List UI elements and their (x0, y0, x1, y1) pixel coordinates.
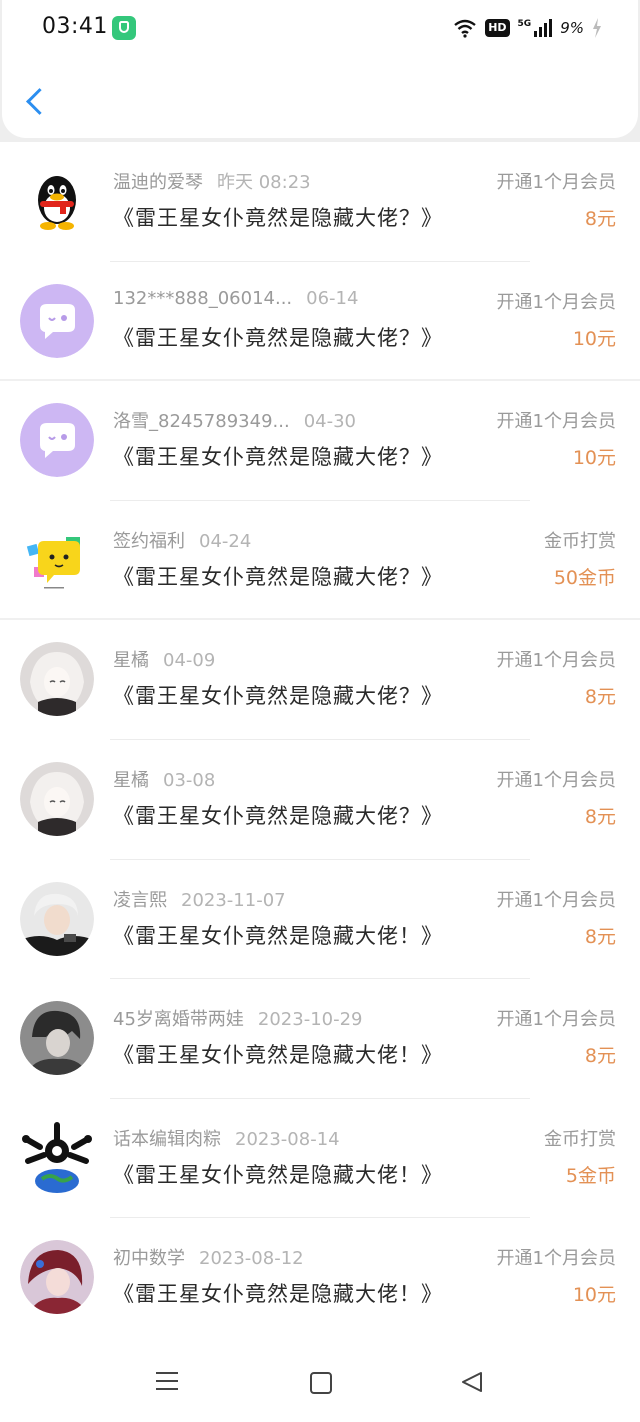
record-list: 温迪的爱琴 昨天 08:23 《雷王星女仆竟然是隐藏大佬？》 开通1个月会员 8元… (0, 142, 640, 1338)
user-name: 星橘 (113, 769, 149, 791)
system-nav-bar (0, 1348, 640, 1422)
list-item[interactable]: 话本编辑肉粽 2023-08-14 《雷王星女仆竟然是隐藏大佬！》 金币打赏 5金… (0, 1099, 640, 1219)
record-date: 昨天 08:23 (217, 172, 311, 193)
record-type: 开通1个月会员 (496, 291, 616, 313)
record-meta: 凌言熙 2023-11-07 (113, 886, 286, 912)
hd-badge: HD (485, 19, 510, 37)
user-name: 45岁离婚带两娃 (113, 1009, 244, 1031)
user-name: 初中数学 (113, 1248, 185, 1270)
record-meta: 温迪的爱琴 昨天 08:23 (113, 168, 311, 194)
record-amount: 8元 (584, 1045, 616, 1068)
record-type: 开通1个月会员 (496, 769, 616, 791)
status-time: 03:41 (42, 14, 108, 39)
record-amount: 8元 (584, 805, 616, 828)
list-item[interactable]: 洛雪_8245789349... 04-30 《雷王星女仆竟然是隐藏大佬？》 开通… (0, 381, 640, 501)
book-title: 《雷王星女仆竟然是隐藏大佬！》 (113, 1162, 443, 1187)
record-amount: 50金币 (553, 566, 616, 589)
record-type: 开通1个月会员 (496, 1009, 616, 1031)
anime-girl-avatar (20, 642, 94, 717)
record-meta: 星橘 03-08 (113, 766, 215, 792)
signal-icon: 5G (518, 19, 553, 37)
book-title: 《雷王星女仆竟然是隐藏大佬？》 (113, 325, 443, 350)
record-type: 开通1个月会员 (496, 411, 616, 433)
book-title: 《雷王星女仆竟然是隐藏大佬？》 (113, 445, 443, 470)
list-item[interactable]: 132***888_06014... 06-14 《雷王星女仆竟然是隐藏大佬？》 … (0, 262, 640, 382)
book-title: 《雷王星女仆竟然是隐藏大佬！》 (113, 923, 443, 948)
record-type: 开通1个月会员 (496, 650, 616, 672)
back-chevron-icon[interactable] (26, 88, 53, 115)
record-type: 开通1个月会员 (496, 889, 616, 911)
record-meta: 洛雪_8245789349... 04-30 (113, 407, 356, 433)
record-date: 06-14 (306, 287, 359, 309)
network-type: 5G (517, 19, 532, 29)
book-title: 《雷王星女仆竟然是隐藏大佬？》 (113, 684, 443, 709)
anime-boy-avatar (20, 1001, 94, 1076)
top-area: 03:41 HD 5G 9% (0, 0, 640, 142)
list-item[interactable]: 45岁离婚带两娃 2023-10-29 《雷王星女仆竟然是隐藏大佬！》 开通1个月… (0, 979, 640, 1099)
anime-girl-red-avatar (20, 1240, 94, 1315)
record-meta: 话本编辑肉粽 2023-08-14 (113, 1125, 340, 1151)
book-title: 《雷王星女仆竟然是隐藏大佬？》 (113, 564, 443, 589)
record-amount: 8元 (584, 208, 616, 230)
record-meta: 132***888_06014... 06-14 (113, 288, 358, 309)
record-amount: 8元 (584, 925, 616, 948)
record-meta: 签约福利 04-24 (113, 527, 251, 553)
record-amount: 5金币 (565, 1164, 616, 1187)
photo-avatar (20, 881, 94, 956)
default-chat-avatar (20, 283, 94, 358)
back-triangle-icon[interactable] (460, 1370, 484, 1394)
wifi-icon (454, 19, 476, 38)
yellow-chat-avatar (20, 522, 94, 597)
user-name: 凌言熙 (113, 889, 167, 911)
user-name: 洛雪_8245789349... (113, 411, 290, 433)
record-amount: 10元 (572, 447, 616, 470)
home-square-icon[interactable] (310, 1372, 332, 1394)
record-type: 金币打赏 (544, 530, 616, 552)
shield-app-icon (112, 16, 136, 40)
earth-avatar (20, 1120, 94, 1195)
status-bar: 03:41 HD 5G 9% (2, 0, 638, 56)
list-item[interactable]: 星橘 04-09 《雷王星女仆竟然是隐藏大佬？》 开通1个月会员 8元 (0, 620, 640, 740)
record-date: 03-08 (163, 769, 216, 791)
user-name: 132***888_06014... (113, 287, 293, 309)
battery-percent: 9% (560, 19, 584, 37)
status-icons: HD 5G 9% (453, 14, 602, 42)
header-card: 03:41 HD 5G 9% (2, 0, 638, 138)
book-title: 《雷王星女仆竟然是隐藏大佬？》 (113, 803, 443, 828)
record-date: 2023-11-07 (181, 889, 286, 911)
record-meta: 初中数学 2023-08-12 (113, 1244, 304, 1270)
record-type: 开通1个月会员 (496, 172, 616, 193)
menu-icon[interactable] (156, 1372, 178, 1390)
qq-penguin-avatar (20, 164, 94, 238)
book-title: 《雷王星女仆竟然是隐藏大佬？》 (113, 206, 443, 230)
record-type: 金币打赏 (544, 1128, 616, 1150)
list-item[interactable]: 凌言熙 2023-11-07 《雷王星女仆竟然是隐藏大佬！》 开通1个月会员 8元 (0, 860, 640, 980)
user-name: 温迪的爱琴 (113, 172, 203, 193)
record-date: 2023-10-29 (257, 1009, 363, 1031)
list-item[interactable]: 星橘 03-08 《雷王星女仆竟然是隐藏大佬？》 开通1个月会员 8元 (0, 740, 640, 860)
list-item[interactable]: 温迪的爱琴 昨天 08:23 《雷王星女仆竟然是隐藏大佬？》 开通1个月会员 8元 (0, 142, 640, 262)
book-title: 《雷王星女仆竟然是隐藏大佬！》 (113, 1043, 443, 1068)
record-type: 开通1个月会员 (496, 1248, 616, 1270)
record-amount: 10元 (572, 327, 616, 350)
record-meta: 45岁离婚带两娃 2023-10-29 (113, 1005, 363, 1031)
record-date: 2023-08-14 (235, 1128, 340, 1150)
default-chat-avatar (20, 403, 94, 478)
record-date: 04-30 (303, 411, 356, 433)
record-amount: 8元 (584, 686, 616, 709)
user-name: 话本编辑肉粽 (113, 1128, 221, 1150)
user-name: 签约福利 (113, 530, 185, 552)
record-amount: 10元 (572, 1284, 616, 1307)
list-item[interactable]: 初中数学 2023-08-12 《雷王星女仆竟然是隐藏大佬！》 开通1个月会员 1… (0, 1218, 640, 1338)
record-date: 04-09 (163, 650, 216, 672)
list-item[interactable]: 签约福利 04-24 《雷王星女仆竟然是隐藏大佬？》 金币打赏 50金币 (0, 501, 640, 621)
user-name: 星橘 (113, 650, 149, 672)
book-title: 《雷王星女仆竟然是隐藏大佬！》 (113, 1282, 443, 1307)
record-date: 04-24 (199, 530, 252, 552)
record-meta: 星橘 04-09 (113, 646, 215, 672)
charging-bolt-icon (593, 18, 601, 38)
record-date: 2023-08-12 (199, 1248, 304, 1270)
anime-girl-avatar (20, 761, 94, 836)
